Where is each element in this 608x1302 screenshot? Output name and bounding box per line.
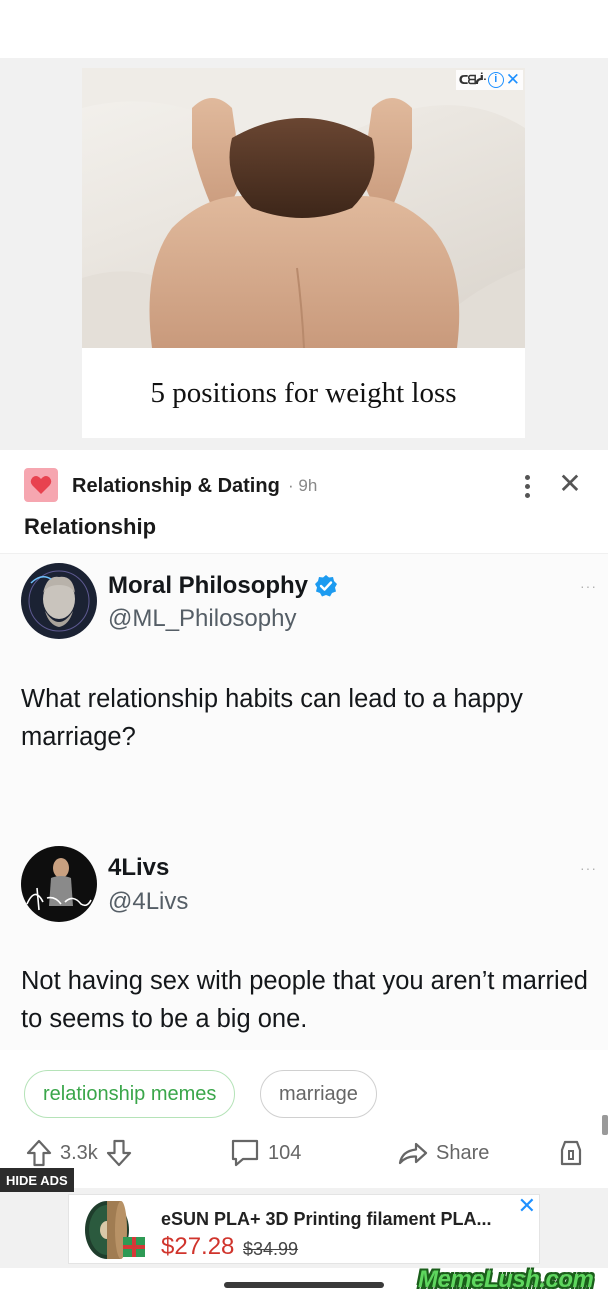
downvote-icon[interactable] xyxy=(106,1139,132,1167)
tweet-avatar xyxy=(21,563,97,639)
community-avatar[interactable] xyxy=(24,468,58,502)
ad-top-caption[interactable]: 5 positions for weight loss xyxy=(82,348,525,438)
tweet-author-name: Moral Philosophy xyxy=(108,572,338,600)
tag-chip[interactable]: marriage xyxy=(260,1070,377,1118)
community-name[interactable]: Relationship & Dating xyxy=(72,475,280,498)
post-timestamp: · 9h xyxy=(288,476,318,495)
comments-button[interactable]: 104 xyxy=(230,1132,301,1174)
filament-spool-image xyxy=(85,1201,145,1259)
tweet-author-name: 4Livs xyxy=(108,854,169,882)
scrollbar-thumb[interactable] xyxy=(602,1115,608,1135)
comment-icon xyxy=(231,1139,259,1167)
close-icon[interactable]: ✕ xyxy=(518,1193,536,1219)
upvote-count: 3.3k xyxy=(60,1141,98,1164)
tweet-text: Not having sex with people that you aren… xyxy=(21,967,588,1033)
screen: ᑕᗺᓿ i ✕ 5 positions for weight loss Rela… xyxy=(0,0,608,1302)
action-bar: 3.3k 104 Share xyxy=(0,1132,608,1174)
ad-top-container: ᑕᗺᓿ i ✕ 5 positions for weight loss xyxy=(0,58,608,450)
watermark: MemeLush.com xyxy=(418,1266,594,1293)
post-header: Relationship & Dating · 9h ✕ xyxy=(0,466,608,506)
heart-icon xyxy=(30,476,52,494)
tag-chip[interactable]: relationship memes xyxy=(24,1070,236,1118)
ad-bottom-old-price: $34.99 xyxy=(243,1239,299,1259)
more-options-icon[interactable] xyxy=(515,472,539,500)
save-button[interactable] xyxy=(556,1132,586,1174)
close-icon[interactable]: ✕ xyxy=(556,470,584,500)
home-indicator[interactable] xyxy=(224,1282,384,1288)
tweet-author-name-text: Moral Philosophy xyxy=(108,572,309,599)
ad-bottom-price: $27.28 xyxy=(161,1233,235,1260)
share-label: Share xyxy=(436,1141,490,1164)
comment-count: 104 xyxy=(268,1141,302,1164)
hide-ads-button[interactable]: HIDE ADS xyxy=(0,1168,74,1192)
ad-network-logo: ᑕᗺᓿ xyxy=(458,72,487,87)
upvote-icon[interactable] xyxy=(26,1139,52,1167)
ad-top-card[interactable]: ᑕᗺᓿ i ✕ 5 positions for weight loss xyxy=(82,68,525,438)
tweet-author-handle: @ML_Philosophy xyxy=(108,605,297,632)
tweet-author-name-text: 4Livs xyxy=(108,854,170,881)
info-icon[interactable]: i xyxy=(487,72,504,88)
tweet-avatar xyxy=(21,846,97,922)
verified-badge-icon xyxy=(315,575,338,597)
adchoices-badge[interactable]: ᑕᗺᓿ i ✕ xyxy=(455,70,523,90)
share-icon xyxy=(398,1142,428,1165)
award-icon xyxy=(560,1140,582,1166)
post-title[interactable]: Relationship xyxy=(24,514,156,540)
close-icon[interactable]: ✕ xyxy=(506,71,520,88)
ad-bottom-title[interactable]: eSUN PLA+ 3D Printing filament PLA... xyxy=(161,1209,492,1230)
tweet-more-icon: ··· xyxy=(580,860,597,876)
tweet-author-handle: @4Livs xyxy=(108,888,189,915)
ad-bottom-banner[interactable]: eSUN PLA+ 3D Printing filament PLA... $2… xyxy=(68,1193,540,1264)
tweet-text: What relationship habits can lead to a h… xyxy=(21,685,523,751)
share-button[interactable]: Share xyxy=(398,1132,489,1174)
tweet-more-icon: ··· xyxy=(580,578,597,594)
ad-bottom-container: eSUN PLA+ 3D Printing filament PLA... $2… xyxy=(0,1188,608,1268)
ad-top-image[interactable]: ᑕᗺᓿ i ✕ xyxy=(82,68,525,348)
post-image[interactable]: Moral Philosophy @ML_Philosophy ··· What… xyxy=(0,553,608,1050)
